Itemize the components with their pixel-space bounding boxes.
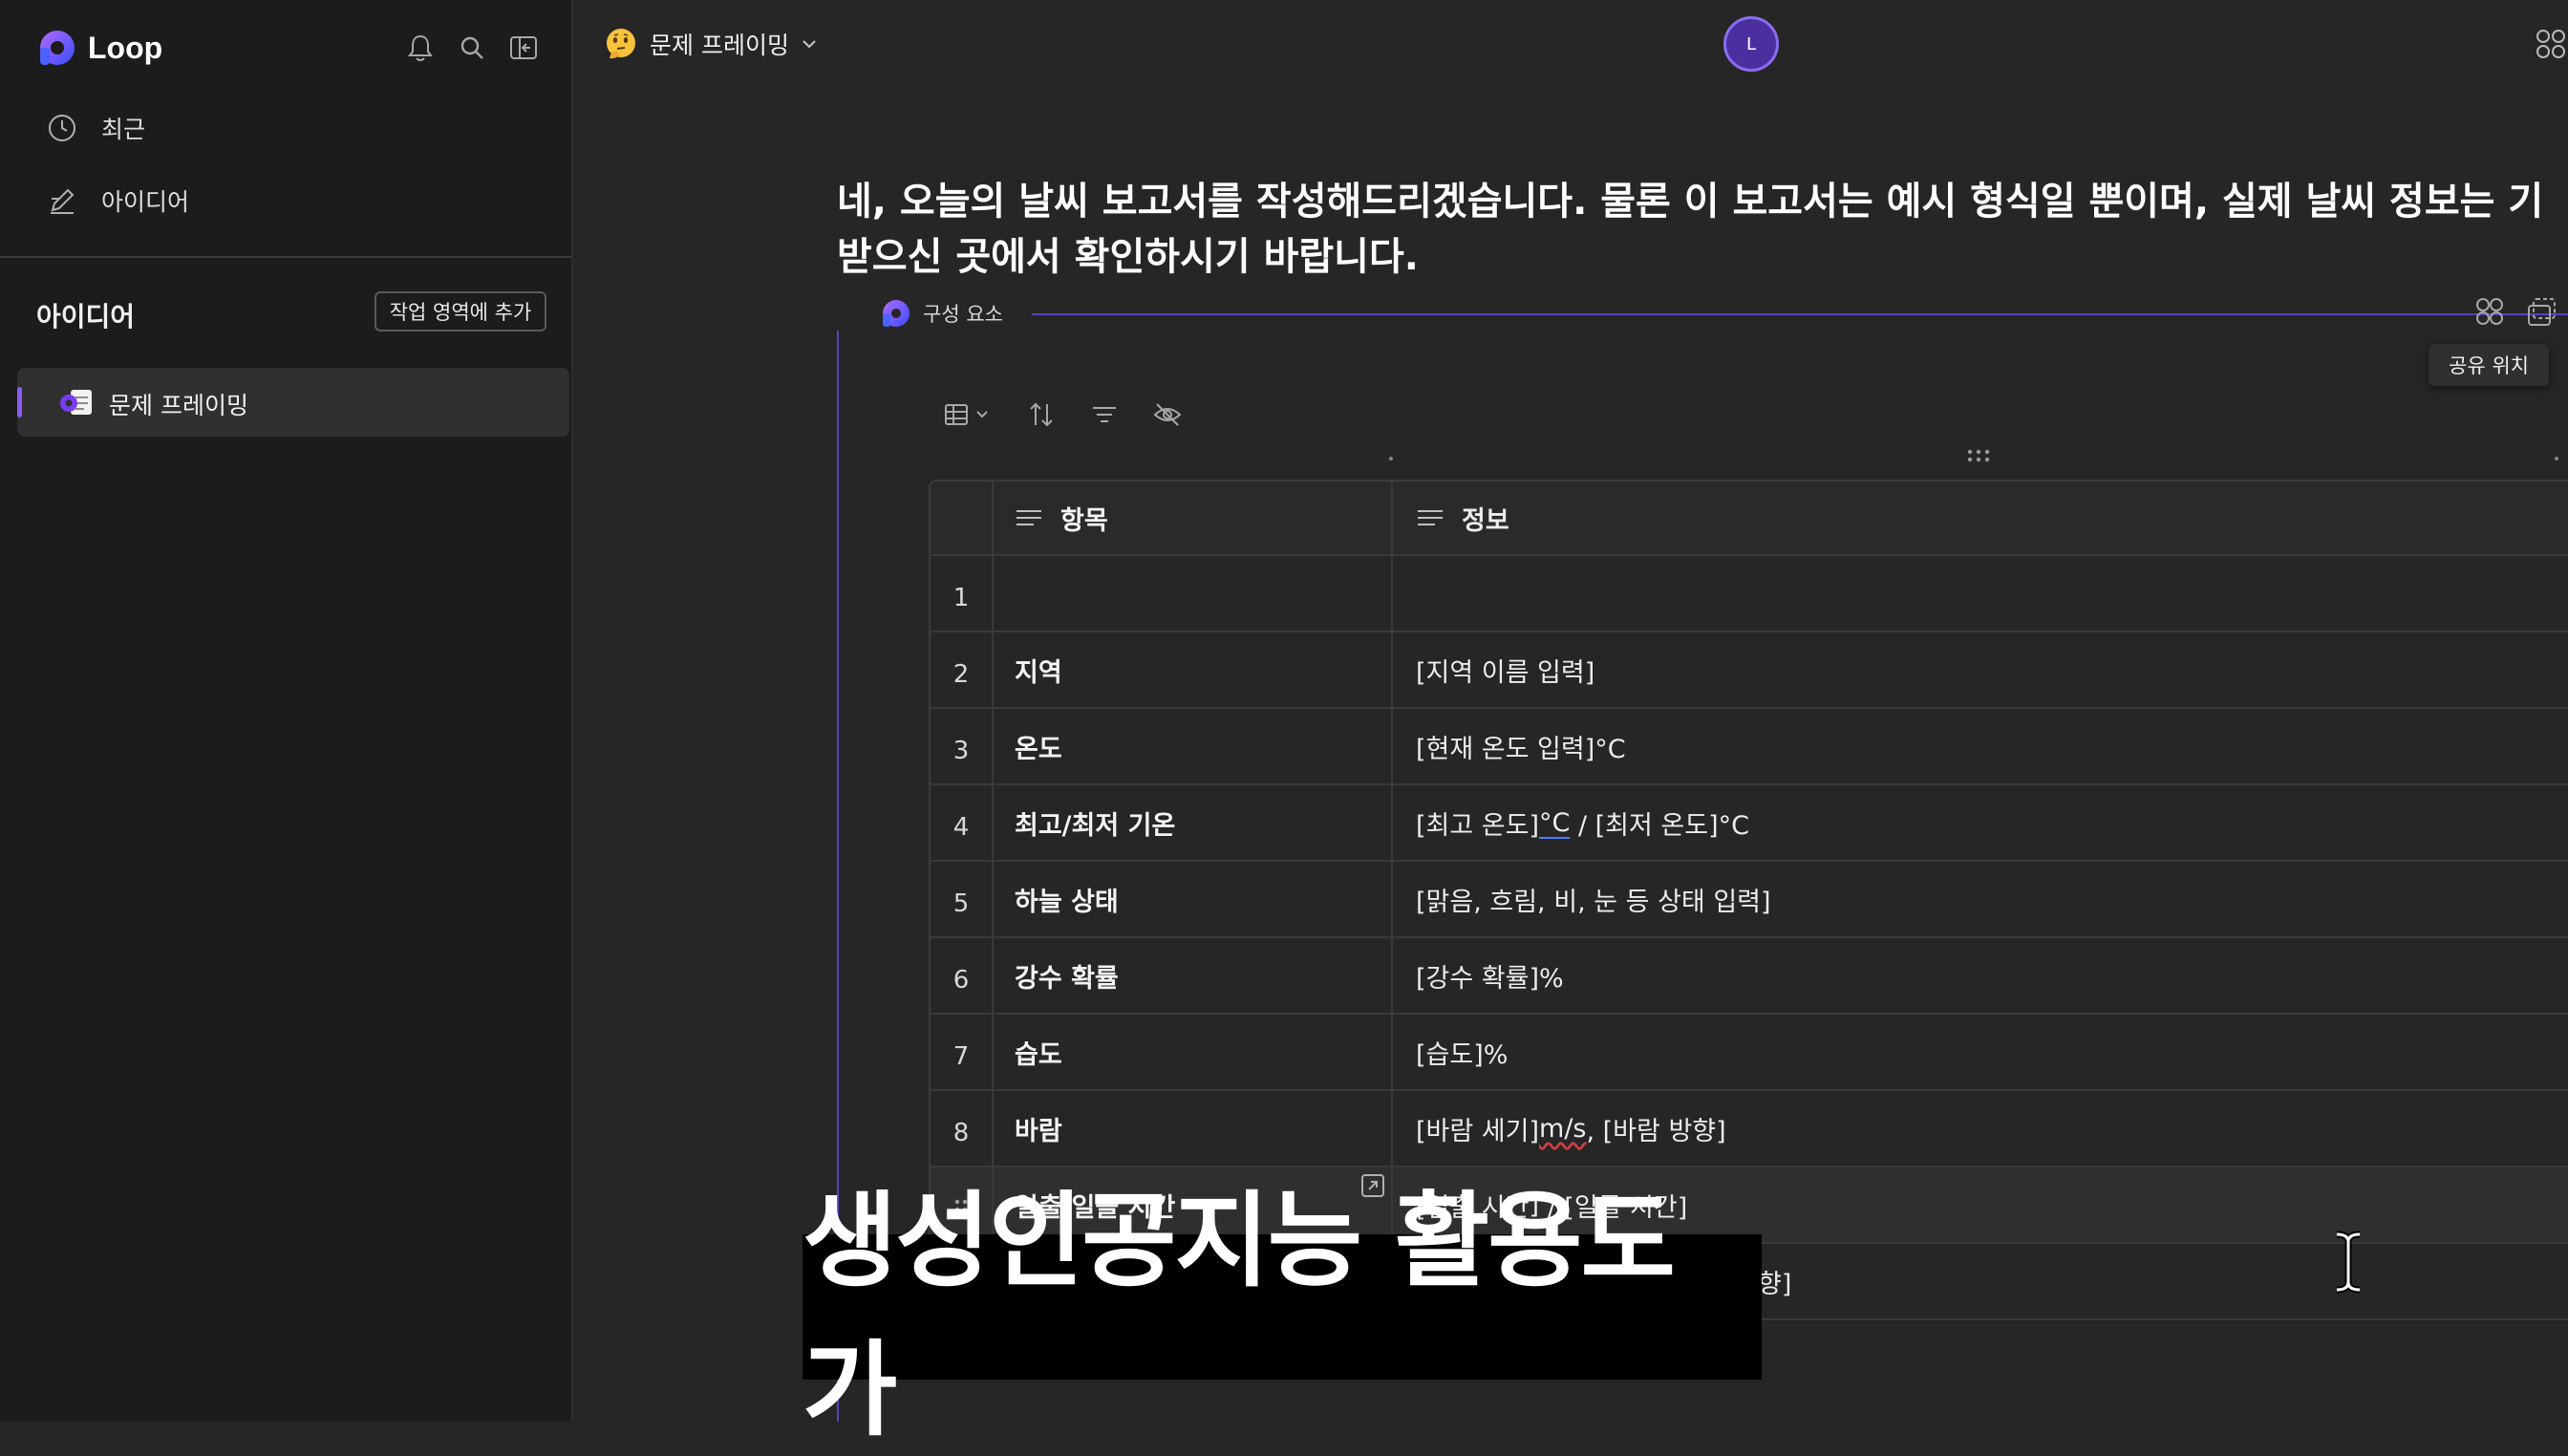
workspace-section-title: 아이디어 xyxy=(36,301,136,332)
sidebar-page-problem-framing[interactable]: 문제 프레이밍 xyxy=(17,368,569,437)
cell-info-text: / [최저 온도]°C xyxy=(1570,810,1749,841)
text-column-icon xyxy=(1418,510,1443,525)
nav-ideas-label: 아이디어 xyxy=(101,188,190,216)
cell-info[interactable]: [최고 온도] °C / [최저 온도]°C xyxy=(1393,785,2568,860)
heading-line-1: 네, 오늘의 날씨 보고서를 작성해드리겠습니다. 물론 이 보고서는 예시 형… xyxy=(837,180,2544,224)
column-header-label: 항목 xyxy=(1060,505,1108,536)
table-row: 3 온도 [현재 온도 입력]°C xyxy=(931,707,2568,783)
column-resize-dot xyxy=(2555,457,2558,460)
search-icon[interactable] xyxy=(457,32,487,63)
cell-item[interactable]: 바람 xyxy=(994,1091,1393,1166)
collapse-sidebar-icon[interactable] xyxy=(508,32,539,63)
table-row: 8 바람 [바람 세기] m/s, [바람 방향] xyxy=(931,1089,2568,1166)
cell-info[interactable]: [맑음, 흐림, 비, 눈 등 상태 입력] xyxy=(1393,862,2568,936)
table-header-row: 항목 정보 xyxy=(931,482,2568,554)
sidebar-divider xyxy=(0,256,571,258)
nav-ideas[interactable]: 아이디어 xyxy=(46,183,189,218)
cell-item[interactable]: 온도 xyxy=(994,709,1393,783)
top-header: 문제 프레이밍 L xyxy=(573,0,2568,94)
component-label: 구성 요소 xyxy=(923,303,1003,326)
row-number[interactable]: 5 xyxy=(931,862,994,936)
loop-component-icon xyxy=(883,300,910,327)
nav-recent[interactable]: 최근 xyxy=(46,111,145,145)
table-view-icon[interactable] xyxy=(942,397,995,432)
table-row: 7 습도 [습도]% xyxy=(931,1013,2568,1089)
text-column-icon xyxy=(1016,510,1041,525)
share-location-tooltip: 공유 위치 xyxy=(2429,344,2549,386)
row-number[interactable]: 4 xyxy=(931,785,994,860)
heading-line-2: 받으신 곳에서 확인하시기 바랍니다. xyxy=(837,235,1419,279)
table-row: 2 지역 [지역 이름 입력] xyxy=(931,631,2568,707)
column-drag-handle-icon[interactable] xyxy=(1966,449,1991,462)
row-number[interactable]: 7 xyxy=(931,1015,994,1089)
cell-item[interactable]: 하늘 상태 xyxy=(994,862,1393,936)
cell-info[interactable]: [강수 확률]% xyxy=(1393,938,2568,1013)
table-row: 5 하늘 상태 [맑음, 흐림, 비, 눈 등 상태 입력] xyxy=(931,860,2568,936)
cell-item[interactable]: 지역 xyxy=(994,632,1393,707)
cell-item[interactable]: 최고/최저 기온 xyxy=(994,785,1393,860)
filter-icon[interactable] xyxy=(1087,397,1122,432)
cell-info-text: 향] xyxy=(1758,1269,1792,1299)
bell-icon[interactable] xyxy=(405,32,436,63)
loop-page-icon xyxy=(60,390,92,415)
cell-info-flagged-text: °C xyxy=(1539,807,1571,838)
cell-info-text: , [바람 방향] xyxy=(1586,1116,1726,1146)
row-number[interactable]: 2 xyxy=(931,632,994,707)
component-header[interactable]: 구성 요소 xyxy=(881,298,1013,329)
table-row: 6 강수 확률 [강수 확률]% xyxy=(931,936,2568,1013)
row-number[interactable]: 3 xyxy=(931,709,994,783)
cell-info[interactable]: [지역 이름 입력] xyxy=(1393,632,2568,707)
active-indicator xyxy=(17,387,22,418)
table-toolbar xyxy=(942,397,1185,432)
chevron-down-icon xyxy=(802,40,816,49)
thinking-face-icon xyxy=(607,29,635,59)
hide-columns-icon[interactable] xyxy=(1150,397,1185,432)
table-row: 1 xyxy=(931,554,2568,631)
column-resize-dot xyxy=(1389,457,1393,460)
apps-grid-icon[interactable] xyxy=(2534,27,2568,61)
copy-component-icon[interactable] xyxy=(2526,296,2558,327)
cell-info-flagged-text: m/s xyxy=(1539,1113,1587,1144)
sidebar-page-label: 문제 프레이밍 xyxy=(109,392,248,419)
cell-info[interactable]: [바람 세기] m/s, [바람 방향] xyxy=(1393,1091,2568,1166)
share-loop-icon[interactable] xyxy=(2474,296,2505,327)
row-number-header[interactable] xyxy=(931,482,994,554)
clock-icon xyxy=(46,112,78,144)
table-row: 4 최고/최저 기온 [최고 온도] °C / [최저 온도]°C xyxy=(931,783,2568,860)
column-header-label: 정보 xyxy=(1462,505,1509,536)
cell-item[interactable] xyxy=(994,556,1393,631)
cell-item[interactable]: 강수 확률 xyxy=(994,938,1393,1013)
cell-item[interactable]: 습도 xyxy=(994,1015,1393,1089)
column-header-item[interactable]: 항목 xyxy=(994,482,1393,554)
app-name: Loop xyxy=(88,30,163,65)
add-to-workspace-button[interactable]: 작업 영역에 추가 xyxy=(374,291,546,332)
cell-info-text: [바람 세기] xyxy=(1416,1116,1540,1146)
pen-icon xyxy=(46,184,78,217)
app-logo[interactable]: Loop xyxy=(38,29,162,67)
component-border-top xyxy=(1032,313,2568,315)
cell-info-text: [최고 온도] xyxy=(1416,810,1540,841)
row-number[interactable]: 6 xyxy=(931,938,994,1013)
user-avatar[interactable]: L xyxy=(1723,16,1779,72)
row-number[interactable]: 8 xyxy=(931,1091,994,1166)
row-number[interactable]: 1 xyxy=(931,556,994,631)
sidebar: Loop 최근 아이디어 아이디어 작업 영역에 추가 문제 프레이밍 xyxy=(0,0,573,1422)
page-heading[interactable]: 네, 오늘의 날씨 보고서를 작성해드리겠습니다. 물론 이 보고서는 예시 형… xyxy=(837,174,2568,285)
text-cursor-icon xyxy=(2336,1231,2361,1294)
video-caption: 생성인공지능 활용도가 xyxy=(802,1182,1762,1450)
cell-info[interactable]: [습도]% xyxy=(1393,1015,2568,1089)
loop-logo-icon xyxy=(40,31,75,65)
column-header-info[interactable]: 정보 xyxy=(1393,482,2568,554)
breadcrumb-title: 문제 프레이밍 xyxy=(650,32,789,59)
page-breadcrumb[interactable]: 문제 프레이밍 xyxy=(604,27,818,61)
cell-info[interactable] xyxy=(1393,556,2568,631)
cell-info[interactable]: [현재 온도 입력]°C xyxy=(1393,709,2568,783)
sort-icon[interactable] xyxy=(1024,397,1059,432)
nav-recent-label: 최근 xyxy=(101,116,146,143)
